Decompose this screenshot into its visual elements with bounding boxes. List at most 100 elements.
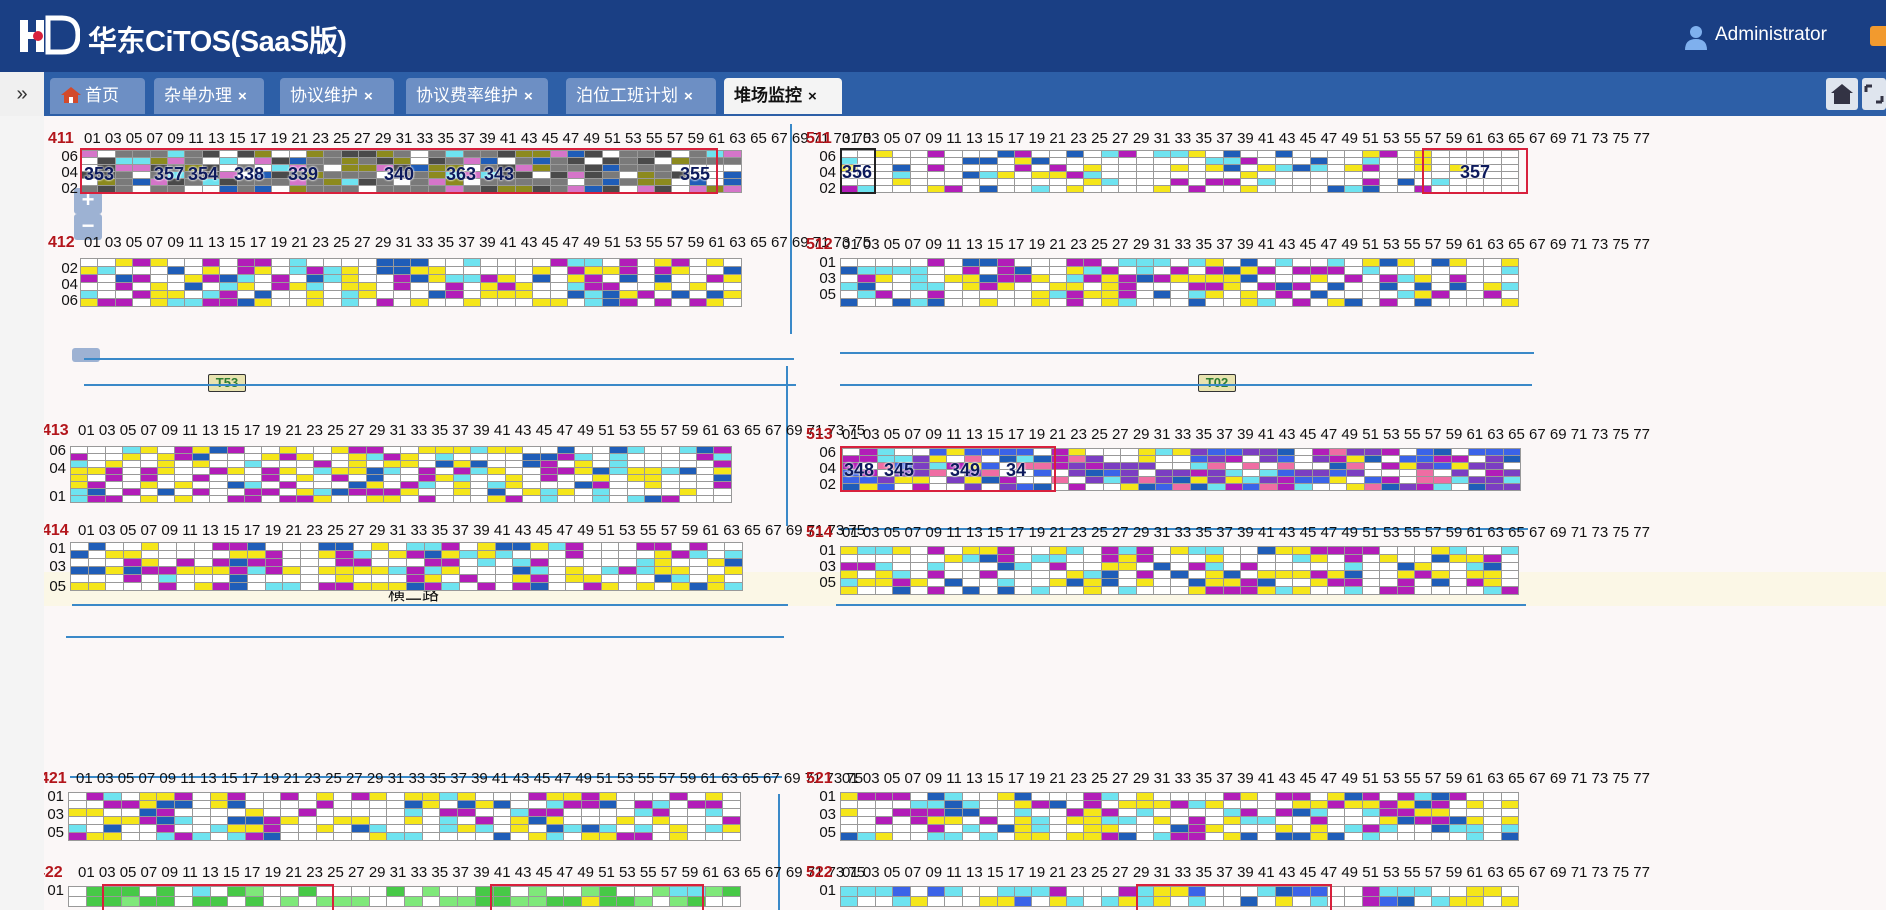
- container-slot[interactable]: [1345, 579, 1363, 587]
- container-slot[interactable]: [910, 259, 928, 267]
- container-slot[interactable]: [1310, 165, 1328, 172]
- container-slot[interactable]: [637, 259, 655, 267]
- container-slot[interactable]: [470, 475, 489, 482]
- container-slot[interactable]: [1382, 456, 1400, 463]
- container-slot[interactable]: [927, 897, 946, 907]
- container-slot[interactable]: [670, 833, 689, 841]
- container-slot[interactable]: [1188, 158, 1207, 165]
- container-slot[interactable]: [707, 543, 726, 551]
- container-slot[interactable]: [550, 267, 568, 275]
- container-slot[interactable]: [654, 567, 673, 575]
- container-slot[interactable]: [1101, 158, 1120, 165]
- container-slot[interactable]: [341, 299, 360, 307]
- container-slot[interactable]: [1188, 186, 1207, 193]
- container-slot[interactable]: [106, 551, 125, 559]
- container-slot[interactable]: [318, 567, 337, 575]
- container-slot[interactable]: [124, 575, 142, 583]
- container-slot[interactable]: [177, 551, 195, 559]
- container-slot[interactable]: [1467, 897, 1485, 907]
- container-slot[interactable]: [672, 583, 691, 591]
- container-slot[interactable]: [997, 158, 1015, 165]
- yard-block-grid[interactable]: [68, 792, 742, 841]
- container-slot[interactable]: [1484, 833, 1502, 841]
- container-slot[interactable]: [210, 833, 229, 841]
- container-slot[interactable]: [627, 461, 645, 468]
- container-slot[interactable]: [1049, 283, 1068, 291]
- container-slot[interactable]: [1414, 587, 1433, 595]
- container-slot[interactable]: [1032, 151, 1050, 158]
- container-slot[interactable]: [644, 454, 663, 461]
- container-slot[interactable]: [662, 475, 680, 482]
- container-slot[interactable]: [1327, 283, 1346, 291]
- container-slot[interactable]: [1345, 291, 1363, 299]
- container-slot[interactable]: [359, 283, 377, 291]
- container-slot[interactable]: [237, 275, 255, 283]
- container-slot[interactable]: [945, 259, 963, 267]
- container-slot[interactable]: [460, 583, 478, 591]
- container-slot[interactable]: [354, 543, 372, 551]
- container-slot[interactable]: [841, 275, 859, 283]
- container-slot[interactable]: [376, 283, 395, 291]
- container-slot[interactable]: [679, 447, 698, 454]
- container-slot[interactable]: [540, 468, 558, 475]
- container-slot[interactable]: [602, 267, 621, 275]
- container-slot[interactable]: [1014, 833, 1033, 841]
- container-slot[interactable]: [1206, 809, 1224, 817]
- container-slot[interactable]: [672, 275, 690, 283]
- container-slot[interactable]: [513, 567, 531, 575]
- container-slot[interactable]: [910, 547, 928, 555]
- container-slot[interactable]: [1414, 801, 1433, 809]
- container-slot[interactable]: [1432, 563, 1450, 571]
- container-slot[interactable]: [307, 283, 325, 291]
- container-slot[interactable]: [1171, 817, 1189, 825]
- container-slot[interactable]: [453, 496, 471, 503]
- container-slot[interactable]: [546, 801, 565, 809]
- container-slot[interactable]: [341, 275, 360, 283]
- container-slot[interactable]: [1223, 793, 1241, 801]
- container-slot[interactable]: [104, 809, 123, 817]
- container-slot[interactable]: [980, 165, 998, 172]
- container-slot[interactable]: [140, 454, 158, 461]
- container-slot[interactable]: [1171, 571, 1189, 579]
- container-slot[interactable]: [106, 567, 125, 575]
- container-slot[interactable]: [1380, 571, 1398, 579]
- container-slot[interactable]: [1119, 817, 1137, 825]
- container-slot[interactable]: [1103, 449, 1122, 456]
- container-slot[interactable]: [407, 583, 425, 591]
- container-slot[interactable]: [1119, 825, 1137, 833]
- container-slot[interactable]: [71, 475, 89, 482]
- container-slot[interactable]: [387, 801, 406, 809]
- container-slot[interactable]: [314, 447, 332, 454]
- container-slot[interactable]: [488, 475, 506, 482]
- container-slot[interactable]: [1156, 463, 1174, 470]
- container-slot[interactable]: [307, 291, 325, 299]
- container-slot[interactable]: [247, 551, 266, 559]
- container-slot[interactable]: [384, 468, 402, 475]
- container-slot[interactable]: [1156, 484, 1174, 491]
- container-slot[interactable]: [139, 817, 158, 825]
- container-slot[interactable]: [1067, 283, 1085, 291]
- container-slot[interactable]: [1327, 579, 1346, 587]
- container-slot[interactable]: [185, 267, 203, 275]
- container-slot[interactable]: [1121, 470, 1139, 477]
- container-slot[interactable]: [1345, 151, 1363, 158]
- container-slot[interactable]: [81, 291, 99, 299]
- container-slot[interactable]: [228, 825, 246, 833]
- container-slot[interactable]: [511, 825, 529, 833]
- container-slot[interactable]: [440, 801, 459, 809]
- container-slot[interactable]: [962, 151, 981, 158]
- container-slot[interactable]: [1067, 275, 1085, 283]
- container-slot[interactable]: [523, 496, 541, 503]
- container-slot[interactable]: [1451, 456, 1470, 463]
- container-slot[interactable]: [369, 801, 388, 809]
- container-slot[interactable]: [1101, 267, 1120, 275]
- container-slot[interactable]: [927, 817, 946, 825]
- container-slot[interactable]: [1223, 801, 1241, 809]
- container-slot[interactable]: [505, 447, 524, 454]
- container-slot[interactable]: [672, 283, 690, 291]
- container-slot[interactable]: [1382, 477, 1400, 484]
- container-slot[interactable]: [1434, 456, 1452, 463]
- container-slot[interactable]: [1069, 477, 1087, 484]
- container-slot[interactable]: [1484, 259, 1502, 267]
- container-slot[interactable]: [540, 482, 558, 489]
